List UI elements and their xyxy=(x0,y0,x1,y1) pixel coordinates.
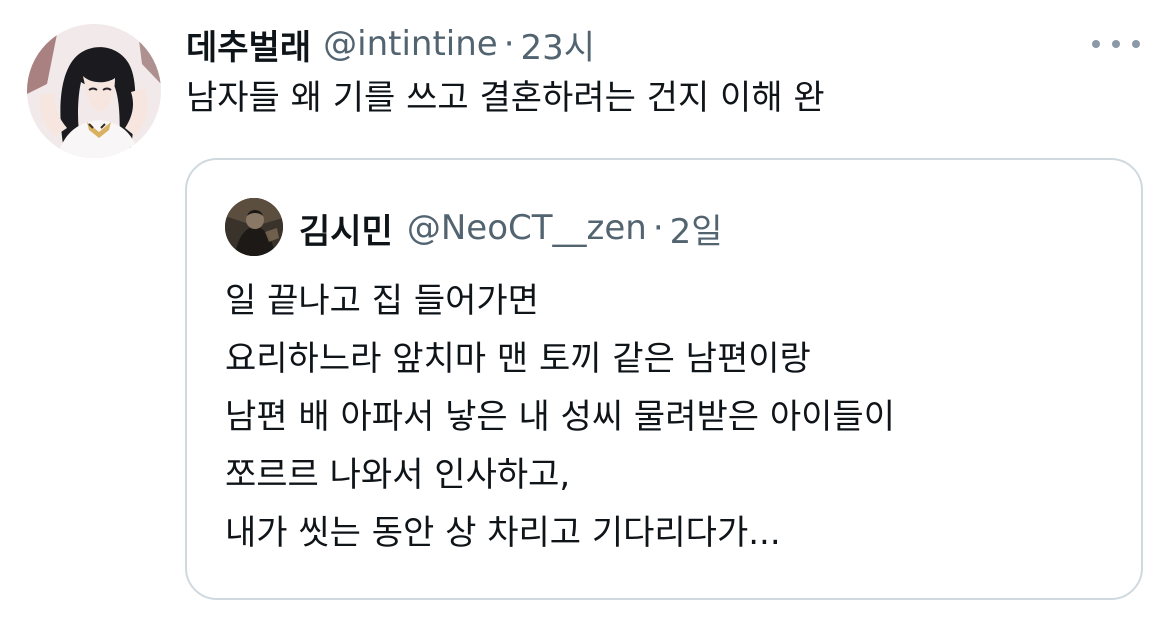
quoted-author-display-name[interactable]: 김시민 xyxy=(299,204,393,253)
quoted-tweet-card[interactable]: 김시민 @NeoCT__zen · 2일 일 끝나고 집 들어가면 요리하느라 … xyxy=(185,158,1143,600)
tweet[interactable]: 데추벌래 @intintine · 23시 남자들 왜 기를 쓰고 결혼하려는 … xyxy=(0,0,1170,624)
quoted-text-line: 쪼르르 나와서 인사하고, xyxy=(225,455,571,495)
separator-dot: · xyxy=(652,208,664,248)
quoted-tweet-timestamp[interactable]: 2일 xyxy=(670,204,723,253)
more-horizontal-icon-dot xyxy=(1112,40,1120,48)
quoted-author-avatar[interactable] xyxy=(225,198,283,256)
quoted-author-handle[interactable]: @NeoCT__zen xyxy=(407,208,647,248)
more-options-button[interactable] xyxy=(1092,30,1140,58)
more-horizontal-icon xyxy=(1092,40,1100,48)
tweet-text: 남자들 왜 기를 쓰고 결혼하려는 건지 이해 완 xyxy=(186,78,825,118)
tweet-header: 데추벌래 @intintine · 23시 xyxy=(186,20,595,68)
author-avatar[interactable] xyxy=(27,24,161,158)
author-avatar-image xyxy=(27,24,161,158)
more-horizontal-icon-dot xyxy=(1132,40,1140,48)
tweet-timestamp[interactable]: 23시 xyxy=(521,20,596,69)
quoted-avatar-image xyxy=(225,198,283,256)
quoted-text-line: 남편 배 아파서 낳은 내 성씨 물려받은 아이들이 xyxy=(225,397,895,437)
quoted-text-line: 내가 씻는 동안 상 차리고 기다리다가... xyxy=(225,513,781,553)
quoted-tweet-text: 일 끝나고 집 들어가면 요리하느라 앞치마 맨 토끼 같은 남편이랑 남편 배… xyxy=(225,272,1105,562)
quoted-tweet-header: 김시민 @NeoCT__zen · 2일 xyxy=(299,204,723,252)
author-handle[interactable]: @intintine xyxy=(323,24,498,64)
quoted-text-line: 요리하느라 앞치마 맨 토끼 같은 남편이랑 xyxy=(225,339,811,379)
author-display-name[interactable]: 데추벌래 xyxy=(186,20,311,69)
separator-dot: · xyxy=(503,24,515,64)
quoted-text-line: 일 끝나고 집 들어가면 xyxy=(225,281,539,321)
